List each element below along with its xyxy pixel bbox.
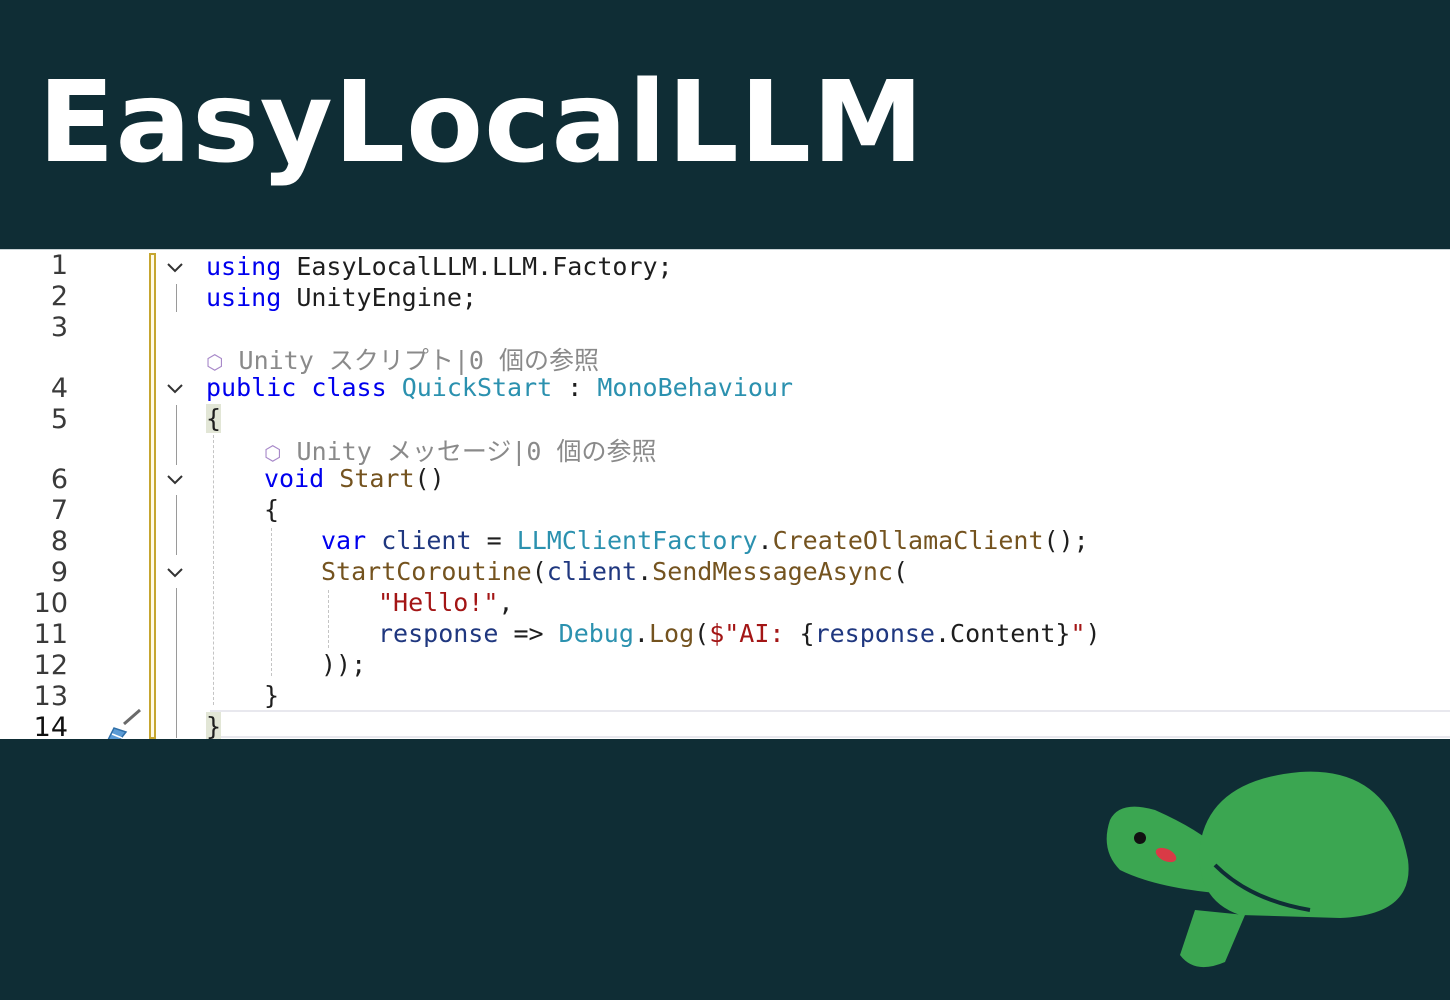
line-number: 2	[50, 281, 68, 312]
property-name: Content	[950, 619, 1056, 648]
outline-guide	[176, 588, 177, 738]
keyword: var	[321, 526, 367, 555]
keyword: using	[206, 283, 282, 312]
string-literal: $"AI:	[709, 619, 800, 648]
change-indicator-bar	[149, 253, 156, 739]
code-editor[interactable]: 1 2 3 4 5 6 7 8 9 10 11 12 13 14 using E…	[0, 249, 1450, 739]
indent-guide	[328, 590, 329, 648]
method-name: SendMessageAsync	[652, 557, 893, 586]
line-number: 4	[50, 373, 68, 404]
code-text: (	[694, 619, 710, 648]
code-text: ();	[1043, 526, 1089, 555]
chevron-down-icon[interactable]	[165, 563, 185, 583]
line-number: 3	[50, 312, 68, 343]
line-number: 11	[33, 619, 68, 650]
method-name: StartCoroutine	[321, 557, 532, 586]
code-line-13[interactable]: }	[264, 681, 279, 710]
line-number-current: 14	[33, 712, 68, 739]
turtle-icon	[1106, 771, 1409, 968]
string-literal: "	[1070, 619, 1086, 648]
brush-icon[interactable]	[104, 708, 144, 739]
line-number: 13	[33, 681, 68, 712]
chevron-down-icon[interactable]	[165, 470, 185, 490]
code-text: ,	[498, 588, 514, 617]
line-number: 9	[50, 557, 68, 588]
current-line-highlight	[210, 710, 1450, 738]
variable-name: client	[546, 557, 638, 586]
matching-brace: }	[206, 712, 222, 739]
matching-brace: {	[206, 404, 222, 433]
code-text: .	[633, 619, 649, 648]
keyword: void	[264, 464, 325, 493]
code-line-12[interactable]: ));	[321, 650, 366, 679]
codelens-method-references[interactable]: ⬡ Unity メッセージ|0 個の参照	[264, 432, 657, 468]
code-line-1[interactable]: using EasyLocalLLM.LLM.Factory;	[206, 252, 673, 281]
keyword: public	[206, 373, 297, 402]
code-text: (	[892, 557, 909, 586]
parameter-name: response	[814, 619, 935, 648]
codelens-text: Unity メッセージ|0 個の参照	[296, 437, 657, 466]
variable-name: client	[381, 526, 472, 555]
banner-title: EasyLocalLLM	[38, 58, 925, 188]
indent-guide	[213, 435, 214, 705]
line-number: 7	[50, 495, 68, 526]
code-line-9[interactable]: StartCoroutine(client.SendMessageAsync(	[321, 557, 908, 586]
method-name: Log	[648, 619, 695, 648]
code-text: =	[471, 526, 517, 555]
keyword: using	[206, 252, 282, 281]
method-name: CreateOllamaClient	[772, 526, 1044, 555]
line-number: 5	[50, 404, 68, 435]
indent-guide	[271, 528, 272, 676]
keyword: class	[311, 373, 387, 402]
codelens-text: Unity スクリプト|0 個の参照	[238, 346, 599, 375]
code-line-14[interactable]: }	[206, 712, 222, 739]
code-text: )	[1085, 619, 1101, 648]
code-text: =>	[498, 619, 559, 648]
parameter-name: response	[378, 619, 499, 648]
code-line-8[interactable]: var client = LLMClientFactory.CreateOlla…	[321, 526, 1089, 555]
code-line-2[interactable]: using UnityEngine;	[206, 283, 477, 312]
base-class-name: MonoBehaviour	[597, 373, 794, 402]
outline-guide	[176, 284, 177, 312]
chevron-down-icon[interactable]	[165, 258, 185, 278]
codelens-class-references[interactable]: ⬡ Unity スクリプト|0 個の参照	[206, 341, 599, 377]
code-text: :	[552, 373, 598, 402]
type-name: Debug	[558, 619, 634, 648]
method-name: Start	[339, 464, 415, 493]
code-line-6[interactable]: void Start()	[264, 464, 445, 493]
code-line-11[interactable]: response => Debug.Log($"AI: {response.Co…	[378, 619, 1101, 648]
code-text: .	[757, 526, 773, 555]
chevron-down-icon[interactable]	[165, 379, 185, 399]
code-text: ));	[321, 650, 367, 679]
code-text: }	[1055, 619, 1071, 648]
outline-guide	[176, 495, 177, 555]
code-text: .	[934, 619, 951, 648]
code-text: UnityEngine;	[281, 283, 477, 312]
code-line-4[interactable]: public class QuickStart : MonoBehaviour	[206, 373, 793, 402]
line-number: 8	[50, 526, 68, 557]
code-text: ()	[414, 464, 445, 493]
unity-cube-icon: ⬡	[206, 350, 224, 374]
code-text: {	[799, 619, 815, 648]
code-line-10[interactable]: "Hello!",	[378, 588, 513, 617]
code-text: }	[264, 681, 280, 710]
code-text: .	[637, 557, 653, 586]
string-literal: "Hello!"	[378, 588, 499, 617]
code-text: (	[531, 557, 547, 586]
unity-cube-icon: ⬡	[264, 441, 282, 465]
line-number: 10	[33, 588, 68, 619]
type-name: LLMClientFactory	[516, 526, 758, 555]
line-number: 12	[33, 650, 68, 681]
code-text: EasyLocalLLM.LLM.Factory;	[281, 252, 673, 281]
code-line-7[interactable]: {	[264, 495, 279, 524]
line-number: 1	[50, 250, 68, 281]
line-number: 6	[50, 464, 68, 495]
outline-guide	[176, 405, 177, 465]
class-name: QuickStart	[401, 373, 553, 402]
code-line-5[interactable]: {	[206, 404, 222, 433]
code-text: {	[264, 495, 280, 524]
